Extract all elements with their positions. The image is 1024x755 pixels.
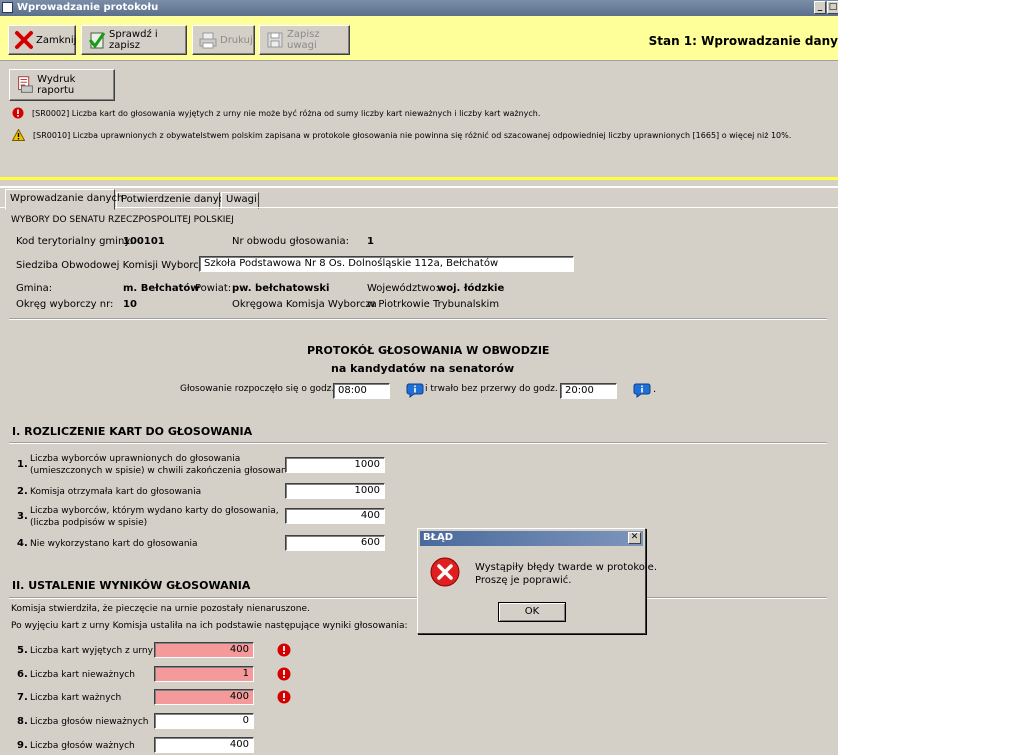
territorial-code-label: Kod terytorialny gminy: [16, 236, 133, 247]
print-button[interactable]: Drukuj [192, 25, 255, 55]
title-bar: Wprowadzanie protokołu _ □ [0, 0, 838, 16]
info-icon[interactable] [633, 382, 651, 398]
election-title: WYBORY DO SENATU RZECZPOSPOLITEJ POLSKIE… [11, 215, 234, 225]
constituency-value: 10 [123, 299, 137, 310]
window-icon [2, 2, 13, 13]
district-commission-label: Okręgowa Komisja Wyborcza [232, 299, 377, 310]
info-icon[interactable] [406, 382, 424, 398]
stage-label: Stan 1: Wprowadzanie dany [648, 34, 838, 48]
divider [9, 442, 827, 444]
error-icon [277, 667, 291, 681]
report-icon [18, 76, 33, 93]
tab-divider [0, 207, 838, 208]
ballots-unused-field[interactable]: 600 [285, 535, 385, 551]
warning-icon [12, 129, 25, 141]
save-notes-button[interactable]: Zapisz uwagi [259, 25, 350, 55]
row-number: 7. [17, 692, 28, 703]
invalid-ballots-field[interactable]: 1 [154, 666, 254, 682]
gmina-label: Gmina: [16, 283, 53, 294]
voting-start-time-field[interactable]: 08:00 [333, 383, 390, 399]
valid-ballots-field[interactable]: 400 [154, 689, 254, 705]
territorial-code-value: 100101 [123, 236, 165, 247]
district-number-label: Nr obwodu głosowania: [232, 236, 349, 247]
dialog-close-button[interactable]: ✕ [628, 532, 641, 544]
constituency-label: Okręg wyborczy nr: [16, 299, 114, 310]
section-1-title: I. ROZLICZENIE KART DO GŁOSOWANIA [12, 425, 253, 438]
section-2-title: II. USTALENIE WYNIKÓW GŁOSOWANIA [12, 579, 251, 592]
row-label: Nie wykorzystano kart do głosowania [30, 539, 198, 549]
voting-end-time-field[interactable]: 20:00 [560, 383, 617, 399]
seat-label: Siedziba Obwodowej Komisji Wyborczej: [16, 260, 217, 271]
app-window: Wprowadzanie protokołu _ □ Zamknij Spraw… [0, 0, 838, 755]
row-number: 6. [17, 669, 28, 680]
voting-end-suffix: . [653, 384, 657, 395]
ok-button[interactable]: OK [498, 602, 566, 622]
row-label: Liczba wyborców uprawnionych do głosowan… [30, 454, 295, 476]
error-icon [277, 643, 291, 657]
powiat-value: pw. bełchatowski [232, 283, 330, 294]
row-number: 1. [17, 459, 28, 470]
ballots-from-urn-field[interactable]: 400 [154, 642, 254, 658]
row-label: Liczba głosów nieważnych [30, 717, 149, 727]
row-label: Liczba kart wyjętych z urny [30, 646, 153, 656]
error-icon [12, 107, 24, 119]
row-number: 4. [17, 538, 28, 549]
row-label: Komisja otrzymała kart do głosowania [30, 487, 202, 497]
invalid-votes-field[interactable]: 0 [154, 713, 254, 729]
voivodeship-label: Województwo: [367, 283, 439, 294]
section-2-intro-1: Komisja stwierdziła, że pieczęcie na urn… [11, 604, 310, 614]
red-x-icon [15, 31, 33, 49]
messages-panel: Wydruk raportu [SR0002] Liczba kart do g… [0, 62, 838, 180]
printer-icon [199, 32, 217, 49]
error-icon [277, 690, 291, 704]
divider [9, 318, 827, 320]
powiat-label: Powiat: [195, 283, 232, 294]
check-and-save-button[interactable]: Sprawdź i zapisz [81, 25, 187, 55]
dialog-message: Wystąpiły błędy twarde w protokole. Pros… [475, 562, 657, 586]
section-2-intro-2: Po wyjęciu kart z urny Komisja ustaliła … [11, 621, 408, 631]
error-message: [SR0002] Liczba kart do głosowania wyjęt… [12, 107, 540, 119]
dialog-title-bar: BŁĄD ✕ [420, 531, 643, 546]
district-commission-value: w Piotrkowie Trybunalskim [367, 299, 500, 310]
voivodeship-value: woj. łódzkie [437, 283, 505, 294]
row-label: Liczba kart nieważnych [30, 670, 135, 680]
row-number: 5. [17, 645, 28, 656]
maximize-button[interactable]: □ [827, 1, 838, 14]
row-number: 3. [17, 511, 28, 522]
window-title: Wprowadzanie protokołu [17, 2, 159, 13]
row-label: Liczba wyborców, którym wydano karty do … [30, 506, 279, 528]
ballots-received-field[interactable]: 1000 [285, 483, 385, 499]
row-label: Liczba głosów ważnych [30, 741, 135, 751]
row-number: 9. [17, 740, 28, 751]
district-number-value: 1 [367, 236, 374, 247]
dialog-title: BŁĄD [423, 532, 454, 543]
seat-field[interactable]: Szkoła Podstawowa Nr 8 Os. Dolnośląskie … [199, 256, 574, 272]
row-label: Liczba kart ważnych [30, 693, 122, 703]
row-number: 8. [17, 716, 28, 727]
gmina-value: m. Bełchatów [123, 283, 200, 294]
tabs-bar: Wprowadzanie danych Potwierdzenie danych… [0, 186, 838, 210]
eligible-voters-field[interactable]: 1000 [285, 457, 385, 473]
warning-message: [SR0010] Liczba uprawnionych z obywatels… [12, 129, 791, 141]
protocol-title: PROTOKÓŁ GŁOSOWANIA W OBWODZIE [307, 344, 550, 357]
toolbar: Zamknij Sprawdź i zapisz Drukuj Zapisz u… [0, 16, 838, 61]
ballots-issued-field[interactable]: 400 [285, 508, 385, 524]
error-dialog: BŁĄD ✕ Wystąpiły błędy twarde w protokol… [417, 528, 657, 634]
close-button[interactable]: Zamknij [8, 25, 76, 55]
voting-start-label: Głosowanie rozpoczęło się o godz. [180, 384, 335, 394]
valid-votes-field[interactable]: 400 [154, 737, 254, 753]
protocol-subtitle: na kandydatów na senatorów [331, 362, 515, 375]
tab-data-entry[interactable]: Wprowadzanie danych [5, 189, 123, 210]
floppy-disk-icon [267, 32, 283, 48]
voting-end-label: i trwało bez przerwy do godz. [425, 384, 558, 394]
check-save-icon [88, 32, 106, 49]
row-number: 2. [17, 486, 28, 497]
minimize-button[interactable]: _ [814, 1, 826, 14]
print-report-button[interactable]: Wydruk raportu [9, 69, 115, 101]
error-icon [430, 557, 460, 587]
